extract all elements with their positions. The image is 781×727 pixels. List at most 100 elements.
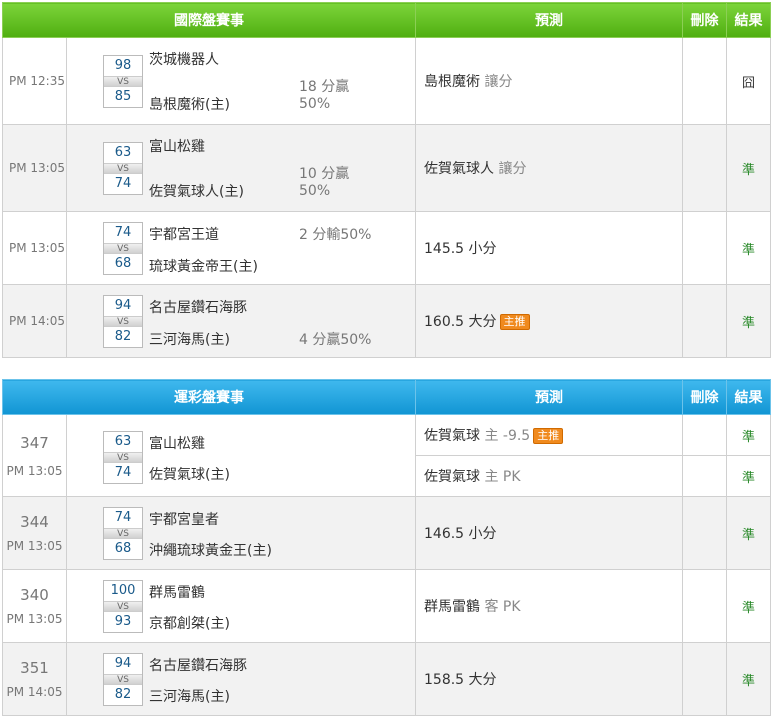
- home-team: 佐賀氣球(主): [149, 467, 230, 483]
- match-time: PM 14:05: [6, 685, 63, 699]
- delete-cell[interactable]: [682, 211, 727, 285]
- prediction-note: 主 -9.5: [484, 428, 531, 444]
- prediction-note: 讓分: [498, 161, 527, 177]
- match-time: PM 12:35: [2, 37, 67, 125]
- away-score: 94: [114, 298, 132, 313]
- vs-label: VS: [104, 601, 142, 612]
- match-cell: 94 VS 82 名古屋鑽石海豚 三河海馬(主): [66, 642, 416, 716]
- match-cell: 94 VS 82 名古屋鑽石海豚 三河海馬(主) 4 分贏50%: [66, 284, 416, 358]
- match-cell: 74 VS 68 宇都宮皇者 沖繩琉球黃金王(主): [66, 496, 416, 570]
- intl-header-predict: 預測: [415, 2, 683, 38]
- home-team: 島根魔術(主): [149, 97, 230, 113]
- match-number: 351: [20, 659, 49, 677]
- table-row: 340 PM 13:05 100 VS 93 群馬雷鶴 京都創桀(主) 群馬雷鶴…: [2, 569, 771, 643]
- home-team: 沖繩琉球黃金王(主): [149, 543, 272, 559]
- delete-cell[interactable]: [682, 642, 727, 716]
- away-team: 名古屋鑽石海豚: [149, 300, 247, 316]
- odds-line-2: 50%: [299, 96, 331, 112]
- prediction-cell: 158.5 大分: [415, 642, 683, 716]
- match-info-cell: 344 PM 13:05: [2, 496, 67, 570]
- away-score: 74: [114, 510, 132, 525]
- prediction-text: 佐賀氣球: [424, 428, 480, 444]
- result-cell: 準: [726, 284, 771, 358]
- result-cell: 準: [726, 414, 771, 456]
- home-score: 82: [114, 329, 132, 344]
- odds-line-2: 4 分贏50%: [299, 332, 372, 348]
- lottery-table: 運彩盤賽事 預測 刪除 結果 347 PM 13:05 63 VS 74 富山松…: [2, 379, 771, 716]
- vs-label: VS: [104, 243, 142, 254]
- intl-header-delete: 刪除: [682, 2, 727, 38]
- prediction-note: 客 PK: [484, 599, 521, 615]
- intl-header-result: 結果: [726, 2, 771, 38]
- odds-line-2: 50%: [299, 183, 331, 199]
- intl-header-event: 國際盤賽事: [2, 2, 416, 38]
- home-team: 琉球黃金帝王(主): [149, 259, 258, 275]
- prediction-cell: 佐賀氣球人 讓分: [415, 124, 683, 212]
- prediction-text: 群馬雷鶴: [424, 599, 480, 615]
- home-team: 三河海馬(主): [149, 332, 230, 348]
- match-cell: 63 VS 74 富山松雞 佐賀氣球人(主) 10 分贏 50%: [66, 124, 416, 212]
- table-row: PM 13:05 63 VS 74 富山松雞 佐賀氣球人(主) 10 分贏 50…: [2, 124, 771, 212]
- vs-label: VS: [104, 528, 142, 539]
- intl-table: 國際盤賽事 預測 刪除 結果 PM 12:35 98 VS 85 茨城機器人 島…: [2, 2, 771, 358]
- result-cell: 準: [726, 211, 771, 285]
- prediction-cell: 145.5 小分: [415, 211, 683, 285]
- score-box: 74 VS 68: [103, 222, 143, 275]
- match-time: PM 13:05: [2, 124, 67, 212]
- away-team: 茨城機器人: [149, 52, 219, 68]
- delete-cell[interactable]: [682, 37, 727, 125]
- prediction-text: 佐賀氣球: [424, 469, 480, 485]
- vs-label: VS: [104, 452, 142, 463]
- prediction-text: 島根魔術: [424, 74, 480, 90]
- match-time: PM 13:05: [6, 612, 63, 626]
- prediction-cell: 佐賀氣球 主 -9.5 主推: [415, 414, 683, 456]
- table-row: 351 PM 14:05 94 VS 82 名古屋鑽石海豚 三河海馬(主) 15…: [2, 642, 771, 716]
- result-cell: 準: [726, 455, 771, 497]
- score-box: 94 VS 82: [103, 295, 143, 348]
- away-team: 群馬雷鶴: [149, 585, 205, 601]
- match-cell: 98 VS 85 茨城機器人 島根魔術(主) 18 分贏 50%: [66, 37, 416, 125]
- home-team: 佐賀氣球人(主): [149, 184, 244, 200]
- prediction-text: 146.5 小分: [424, 526, 497, 542]
- away-team: 宇都宮王道: [149, 227, 219, 243]
- score-box: 63 VS 74: [103, 142, 143, 195]
- match-time: PM 13:05: [2, 211, 67, 285]
- delete-cell[interactable]: [682, 414, 727, 456]
- delete-cell[interactable]: [682, 569, 727, 643]
- match-info-cell: 347 PM 13:05: [2, 414, 67, 497]
- prediction-cell: 島根魔術 讓分: [415, 37, 683, 125]
- table-row: PM 12:35 98 VS 85 茨城機器人 島根魔術(主) 18 分贏 50…: [2, 37, 771, 125]
- lottery-header-delete: 刪除: [682, 379, 727, 415]
- lottery-header-row: 運彩盤賽事 預測 刪除 結果: [2, 379, 771, 415]
- lottery-header-result: 結果: [726, 379, 771, 415]
- table-row: 347 PM 13:05 63 VS 74 富山松雞 佐賀氣球(主) 佐賀氣球 …: [2, 414, 771, 497]
- match-time: PM 14:05: [2, 284, 67, 358]
- match-info-cell: 351 PM 14:05: [2, 642, 67, 716]
- delete-cell[interactable]: [682, 284, 727, 358]
- match-number: 344: [20, 513, 49, 531]
- prediction-note: 主 PK: [484, 469, 521, 485]
- match-number: 340: [20, 586, 49, 604]
- away-score: 63: [114, 145, 132, 160]
- delete-cell[interactable]: [682, 496, 727, 570]
- away-team: 富山松雞: [149, 139, 205, 155]
- odds-line-1: 2 分輸50%: [299, 227, 372, 243]
- prediction-text: 145.5 小分: [424, 241, 497, 257]
- home-score: 68: [114, 541, 132, 556]
- delete-cell[interactable]: [682, 124, 727, 212]
- home-score: 74: [114, 465, 132, 480]
- intl-header-row: 國際盤賽事 預測 刪除 結果: [2, 2, 771, 38]
- delete-cell[interactable]: [682, 455, 727, 497]
- away-score: 63: [114, 434, 132, 449]
- result-cell: 準: [726, 496, 771, 570]
- match-cell: 74 VS 68 宇都宮王道 琉球黃金帝王(主) 2 分輸50%: [66, 211, 416, 285]
- table-row: 344 PM 13:05 74 VS 68 宇都宮皇者 沖繩琉球黃金王(主) 1…: [2, 496, 771, 570]
- away-team: 宇都宮皇者: [149, 512, 219, 528]
- match-number: 347: [20, 433, 49, 452]
- vs-label: VS: [104, 163, 142, 174]
- home-score: 93: [114, 614, 132, 629]
- home-score: 68: [114, 256, 132, 271]
- away-score: 98: [114, 58, 132, 73]
- vs-label: VS: [104, 674, 142, 685]
- prediction-text: 158.5 大分: [424, 672, 497, 688]
